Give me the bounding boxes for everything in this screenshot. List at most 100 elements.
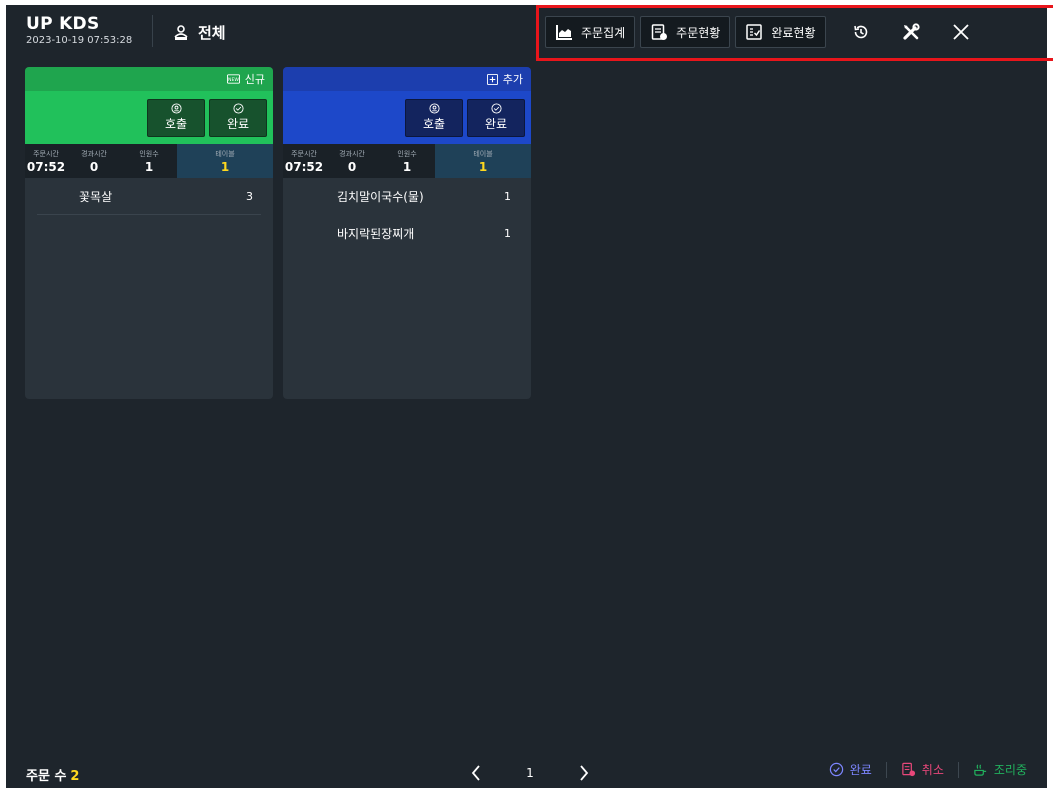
cooking-icon [974, 764, 986, 776]
kds-app: UP KDS 2023-10-19 07:53:28 전체 주문집계 주문현황 … [6, 5, 1053, 788]
complete-status-button[interactable]: 완료현황 [735, 16, 826, 48]
order-count-label: 주문 수 [26, 769, 67, 784]
next-page-button[interactable] [569, 761, 599, 785]
legend-divider [957, 761, 959, 778]
item-name: 바지락된장찌개 [337, 227, 415, 241]
stat-table: 테이블 1 [435, 144, 531, 178]
stat-label: 주문시간 [291, 149, 317, 158]
card-badge: 추가 [283, 67, 531, 91]
complete-button[interactable]: 완료 [467, 98, 525, 137]
checklist-icon [746, 24, 763, 40]
badge-label: 신규 [244, 73, 265, 86]
status-legend: 완료 취소 조리중 [829, 761, 1027, 778]
check-circle-icon [232, 103, 244, 114]
legend-cancel-label: 취소 [921, 763, 944, 777]
stat-value: 07:52 [284, 159, 324, 174]
history-button[interactable] [841, 16, 881, 48]
add-icon [486, 73, 498, 85]
svg-text:NEW: NEW [228, 77, 239, 83]
legend-cooking[interactable]: 조리중 [973, 761, 1027, 778]
badge-label: 추가 [502, 73, 523, 86]
call-label: 호출 [164, 117, 188, 131]
legend-cooking-label: 조리중 [993, 763, 1027, 777]
stat-order-time: 주문시간 07:52 [25, 144, 67, 178]
chevron-left-icon [471, 765, 480, 781]
store-label: 전체 [198, 24, 226, 42]
list-item[interactable]: 꽃목살 3 [37, 178, 261, 215]
order-count: 주문 수2 [26, 765, 79, 784]
legend-complete-label: 완료 [849, 763, 872, 777]
call-icon [170, 103, 182, 114]
item-name: 김치말이국수(물) [337, 190, 424, 204]
stat-label: 인원수 [397, 149, 417, 158]
stat-label: 테이블 [473, 149, 493, 158]
chevron-right-icon [580, 765, 589, 781]
order-status-label: 주문현황 [676, 25, 721, 40]
store-people-icon [174, 24, 188, 40]
stat-label: 테이블 [215, 149, 235, 158]
check-circle-icon [829, 762, 843, 777]
prev-page-button[interactable] [461, 761, 491, 785]
call-button[interactable]: 호출 [147, 98, 205, 137]
call-icon [428, 103, 440, 114]
close-icon [952, 24, 969, 40]
page-number: 1 [526, 766, 534, 780]
header-divider [152, 15, 153, 47]
order-summary-button[interactable]: 주문집계 [545, 16, 636, 48]
stat-label: 주문시간 [33, 149, 59, 158]
order-status-button[interactable]: 주문현황 [640, 16, 731, 48]
stat-value: 0 [347, 159, 357, 174]
complete-button[interactable]: 완료 [209, 98, 267, 137]
order-count-value: 2 [70, 769, 80, 784]
stat-table: 테이블 1 [177, 144, 273, 178]
settings-button[interactable] [891, 16, 931, 48]
complete-label: 완료 [484, 117, 508, 131]
item-qty: 1 [504, 190, 511, 203]
legend-cancel[interactable]: 취소 [901, 761, 944, 778]
cancel-list-icon [902, 762, 915, 777]
order-list-icon [651, 24, 668, 40]
check-circle-icon [490, 103, 502, 114]
stat-label: 경과시간 [339, 149, 365, 158]
brand: UP KDS 2023-10-19 07:53:28 [26, 15, 132, 46]
order-card[interactable]: 추가 호출 완료 주문시간 07:52 경과시간 0 인원수 1 테이블 1 김… [283, 67, 531, 399]
order-stats: 주문시간 07:52 경과시간 0 인원수 1 테이블 1 [283, 144, 531, 178]
order-items: 김치말이국수(물) 1 바지락된장찌개 1 [283, 178, 531, 252]
toolbar: 주문집계 주문현황 완료현황 [545, 14, 981, 50]
order-stats: 주문시간 07:52 경과시간 0 인원수 1 테이블 1 [25, 144, 273, 178]
item-name: 꽃목살 [79, 189, 113, 204]
order-card[interactable]: NEW 신규 호출 완료 주문시간 07:52 경과시간 0 인원수 1 테이블… [25, 67, 273, 399]
legend-divider [885, 761, 887, 778]
stat-value: 1 [220, 159, 230, 174]
stat-order-time: 주문시간 07:52 [283, 144, 325, 178]
stat-value: 1 [144, 159, 154, 174]
stat-elapsed: 경과시간 0 [325, 144, 379, 178]
call-button[interactable]: 호출 [405, 98, 463, 137]
order-summary-label: 주문집계 [581, 25, 626, 40]
app-title: UP KDS [26, 14, 100, 34]
area-chart-icon [556, 25, 572, 40]
call-label: 호출 [422, 117, 446, 131]
stat-value: 07:52 [26, 159, 66, 174]
stat-people: 인원수 1 [379, 144, 435, 178]
order-items: 꽃목살 3 [25, 178, 273, 215]
stat-label: 인원수 [139, 149, 159, 158]
close-button[interactable] [941, 16, 981, 48]
stat-value: 1 [402, 159, 412, 174]
history-icon [853, 25, 867, 39]
complete-status-label: 완료현황 [771, 25, 816, 40]
datetime: 2023-10-19 07:53:28 [26, 35, 133, 46]
new-icon: NEW [226, 74, 240, 84]
pagination: 1 [461, 761, 599, 785]
card-actions: 호출 완료 [25, 91, 273, 144]
list-item[interactable]: 김치말이국수(물) 1 [295, 178, 519, 215]
list-item[interactable]: 바지락된장찌개 1 [295, 215, 519, 252]
card-actions: 호출 완료 [283, 91, 531, 144]
complete-label: 완료 [226, 117, 250, 131]
card-badge: NEW 신규 [25, 67, 273, 91]
store-selector[interactable]: 전체 [172, 22, 226, 43]
item-qty: 1 [504, 227, 511, 240]
stat-value: 1 [478, 159, 488, 174]
stat-value: 0 [89, 159, 99, 174]
legend-complete[interactable]: 완료 [829, 761, 872, 778]
